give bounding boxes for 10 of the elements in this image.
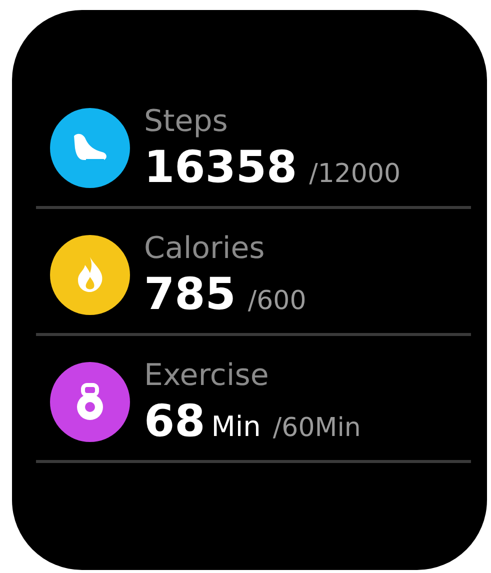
metric-value: 68 [144,396,206,448]
goal-value: /60Min [272,413,361,443]
goal-value: /12000 [309,159,401,189]
metric-title: Calories [144,231,266,267]
metric-title: Exercise [144,358,270,394]
metric-value: 785 [144,269,236,321]
metric-value: 16358 [144,142,298,194]
unit-label: Min [211,410,261,443]
goal-value: /600 [248,286,306,316]
metric-title: Steps [144,104,229,140]
